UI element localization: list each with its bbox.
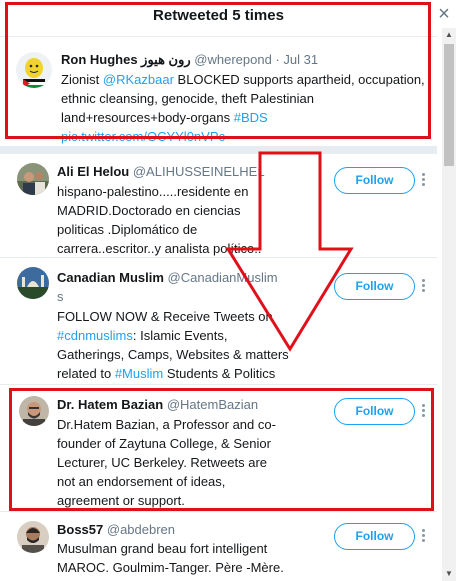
avatar-image [16, 52, 52, 88]
scroll-down-icon[interactable]: ▼ [442, 567, 456, 581]
avatar-image [19, 396, 49, 426]
hashtag-link[interactable]: #BDS [234, 110, 268, 125]
follow-button[interactable]: Follow [334, 398, 415, 425]
user-bio: Musulman grand beau fort intelligent MAR… [57, 541, 284, 575]
user-bio: Dr.Hatem Bazian, a Professor and co-foun… [57, 417, 276, 508]
user-bio: hispano-palestino.....residente en MADRI… [57, 184, 262, 256]
avatar[interactable] [17, 267, 49, 299]
list-item[interactable]: Canadian Muslim @CanadianMuslim s FOLLOW… [0, 258, 437, 385]
user-name[interactable]: Dr. Hatem Bazian [57, 397, 163, 412]
hashtag-link[interactable]: #Muslim [115, 366, 163, 381]
user-name[interactable]: Ali El Helou [57, 164, 129, 179]
list-item[interactable]: Dr. Hatem Bazian @HatemBazian Dr.Hatem B… [0, 385, 437, 512]
more-options-icon[interactable] [420, 529, 426, 543]
more-options-icon[interactable] [420, 279, 426, 293]
avatar[interactable] [17, 521, 49, 553]
more-options-icon[interactable] [420, 173, 426, 187]
modal-header: Retweeted 5 times [0, 0, 437, 37]
section-divider [0, 146, 437, 154]
tweet-text: Zionist @RKazbaar BLOCKED supports apart… [61, 72, 425, 144]
avatar[interactable] [17, 163, 49, 195]
scroll-up-icon[interactable]: ▲ [442, 28, 456, 42]
scrollbar[interactable]: ▲ ▼ [442, 28, 456, 581]
avatar[interactable] [19, 396, 49, 426]
media-link[interactable]: pic.twitter.com/OCYYl0nVPc [61, 129, 225, 144]
list-item[interactable]: Ali El Helou @ALIHUSSEINELHEL hispano-pa… [0, 154, 437, 258]
avatar-image [17, 267, 49, 299]
user-name[interactable]: Canadian Muslim [57, 270, 164, 285]
more-options-icon[interactable] [420, 404, 426, 418]
list-item[interactable]: Boss57 @abdebren Musulman grand beau for… [0, 512, 437, 581]
scrollbar-thumb[interactable] [444, 44, 454, 166]
author-name[interactable]: Ron Hughes رون هيوز [61, 52, 191, 67]
user-handle[interactable]: @abdebren [107, 522, 175, 537]
user-handle[interactable]: @HatemBazian [167, 397, 258, 412]
follow-button[interactable]: Follow [334, 273, 415, 300]
avatar-image [17, 163, 49, 195]
user-name[interactable]: Boss57 [57, 522, 103, 537]
user-handle[interactable]: @ALIHUSSEINELHEL [133, 164, 265, 179]
follow-button[interactable]: Follow [334, 167, 415, 194]
close-icon[interactable]: × [434, 4, 454, 26]
avatar[interactable] [16, 52, 52, 88]
follow-button[interactable]: Follow [334, 523, 415, 550]
modal-title: Retweeted 5 times [153, 7, 284, 24]
user-bio: FOLLOW NOW & Receive Tweets on #cdnmusli… [57, 309, 289, 381]
tweet-date[interactable]: · Jul 31 [275, 52, 318, 67]
avatar-image [17, 521, 49, 553]
user-handle[interactable]: @CanadianMuslim [168, 270, 278, 285]
author-handle[interactable]: @wherepond [194, 52, 272, 67]
user-handle-wrap[interactable]: s [57, 289, 64, 304]
original-tweet[interactable]: Ron Hughes رون هيوز @wherepond · Jul 31 … [0, 38, 437, 146]
retweets-modal: Retweeted 5 times Ron Hughes رون هيوز @w… [0, 0, 437, 581]
hashtag-link[interactable]: #cdnmuslims [57, 328, 133, 343]
mention-link[interactable]: @RKazbaar [103, 72, 174, 87]
